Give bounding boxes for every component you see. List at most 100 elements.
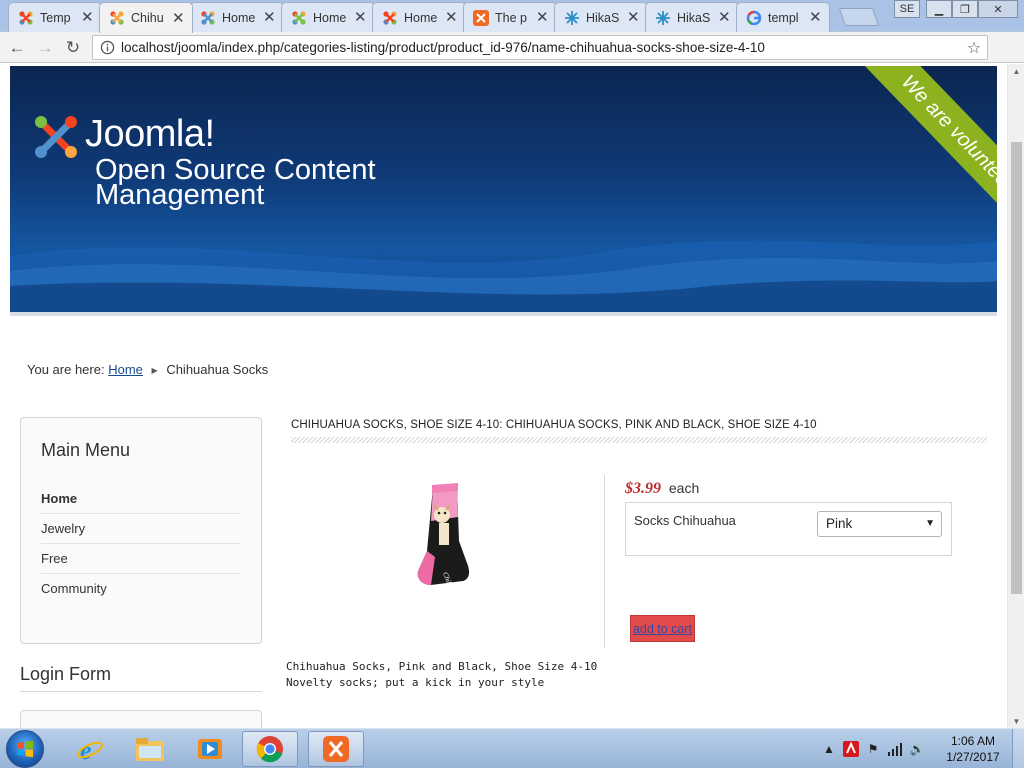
- show-desktop-button[interactable]: [1012, 729, 1024, 768]
- new-tab-button[interactable]: [838, 8, 880, 26]
- breadcrumb: You are here: Home ▶ Chihuahua Socks: [27, 362, 268, 377]
- product-column-divider: [604, 475, 605, 648]
- close-icon[interactable]: ✕: [172, 11, 185, 26]
- product-price: $3.99: [625, 480, 661, 497]
- tab-google[interactable]: templ ✕: [736, 2, 830, 32]
- banner-waves: [10, 240, 997, 312]
- tab-hikashop-2[interactable]: HikaS ✕: [645, 2, 739, 32]
- xampp-icon: [473, 9, 489, 26]
- forward-icon[interactable]: →: [34, 37, 56, 59]
- media-player-icon[interactable]: [182, 731, 238, 767]
- color-select-value: Pink: [826, 516, 853, 531]
- browser-toolbar: ← → ↻ localhost/joomla/index.php/categor…: [0, 32, 1024, 63]
- system-tray: ▲ ⚑ 🔊: [818, 729, 928, 768]
- tab-template[interactable]: Temp ✕: [8, 2, 102, 32]
- option-label: Socks Chihuahua: [634, 513, 736, 528]
- minimize-button[interactable]: ▁: [926, 0, 952, 18]
- close-icon[interactable]: ✕: [809, 10, 822, 25]
- color-select[interactable]: Pink ▼: [817, 511, 942, 537]
- main-menu-module: Main Menu Home Jewelry Free Community: [20, 417, 262, 644]
- scrollbar-thumb[interactable]: [1011, 142, 1022, 594]
- add-to-cart-button[interactable]: add to cart: [630, 615, 695, 642]
- breadcrumb-home-link[interactable]: Home: [108, 362, 143, 377]
- bookmark-star-icon[interactable]: ☆: [961, 38, 987, 58]
- tab-home-2[interactable]: Home ✕: [281, 2, 375, 32]
- tab-label: Temp: [40, 10, 71, 25]
- main-menu-list: Home Jewelry Free Community: [41, 484, 241, 604]
- clock-date: 1/27/2017: [946, 750, 1000, 764]
- info-icon[interactable]: [93, 40, 121, 55]
- login-form-title: Login Form: [20, 664, 112, 684]
- show-hidden-icons-icon[interactable]: ▲: [818, 738, 840, 760]
- volume-icon[interactable]: 🔊: [906, 738, 928, 760]
- tab-label: Home: [404, 10, 438, 25]
- close-icon[interactable]: ✕: [354, 10, 367, 25]
- close-window-button[interactable]: ✕: [978, 0, 1018, 18]
- menu-item-free[interactable]: Free: [41, 544, 241, 574]
- profile-button[interactable]: SE: [894, 0, 920, 18]
- scroll-down-icon[interactable]: ▼: [1008, 714, 1024, 728]
- network-icon[interactable]: [884, 738, 906, 760]
- flag-icon[interactable]: ⚑: [862, 738, 884, 760]
- url-text[interactable]: localhost/joomla/index.php/categories-li…: [121, 40, 961, 55]
- close-icon[interactable]: ✕: [445, 10, 458, 25]
- tab-label: Chihu: [131, 11, 164, 25]
- close-icon[interactable]: ✕: [263, 10, 276, 25]
- product-image[interactable]: Chihuahua: [405, 481, 485, 591]
- address-bar[interactable]: localhost/joomla/index.php/categories-li…: [92, 35, 988, 60]
- hikashop-icon: [655, 10, 671, 26]
- internet-explorer-icon[interactable]: e: [62, 731, 118, 767]
- breadcrumb-prefix: You are here:: [27, 362, 105, 377]
- price-unit: each: [668, 480, 700, 496]
- scroll-up-icon[interactable]: ▲: [1008, 64, 1024, 78]
- joomla-icon: [109, 10, 125, 26]
- chrome-icon[interactable]: [242, 731, 298, 767]
- tab-label: templ: [768, 10, 799, 25]
- menu-item-home[interactable]: Home: [41, 484, 241, 514]
- tab-label: Home: [313, 10, 347, 25]
- page-viewport: Joomla! Open Source Content Management W…: [0, 64, 1024, 728]
- tab-home-3[interactable]: Home ✕: [372, 2, 466, 32]
- banner-tagline: Open Source Content Management: [95, 154, 376, 211]
- file-explorer-icon[interactable]: [122, 731, 178, 767]
- clock-time: 1:06 AM: [950, 734, 996, 748]
- antivirus-icon[interactable]: [840, 738, 862, 760]
- page-scrollbar[interactable]: ▲ ▼: [1007, 64, 1024, 728]
- price-line: $3.99 each: [625, 480, 699, 498]
- site-banner: Joomla! Open Source Content Management W…: [10, 66, 997, 312]
- close-icon[interactable]: ✕: [718, 10, 731, 25]
- back-icon[interactable]: ←: [6, 37, 28, 59]
- joomla-icon: [291, 10, 307, 26]
- login-form-module: [20, 710, 262, 728]
- close-icon[interactable]: ✕: [81, 10, 94, 25]
- product-description: Chihuahua Socks, Pink and Black, Shoe Si…: [286, 659, 597, 691]
- tab-chihuahua[interactable]: Chihu ✕: [99, 2, 193, 33]
- close-icon[interactable]: ✕: [536, 10, 549, 25]
- tab-label: HikaS: [586, 10, 620, 25]
- menu-item-jewelry[interactable]: Jewelry: [41, 514, 241, 544]
- close-icon[interactable]: ✕: [627, 10, 640, 25]
- product-options: Socks Chihuahua Pink ▼: [625, 502, 952, 556]
- tab-hikashop-1[interactable]: HikaS ✕: [554, 2, 648, 32]
- reload-icon[interactable]: ↻: [62, 37, 84, 59]
- tab-label: The p: [495, 10, 527, 25]
- restore-button[interactable]: ❐: [952, 0, 978, 18]
- joomla-icon: [18, 10, 34, 26]
- tab-the-p[interactable]: The p ✕: [463, 2, 557, 32]
- main-menu-title: Main Menu: [41, 440, 131, 460]
- tab-home-1[interactable]: Home ✕: [190, 2, 284, 32]
- hikashop-icon: [564, 10, 580, 26]
- tab-label: HikaS: [677, 10, 711, 25]
- joomla-logo-icon: [35, 116, 77, 158]
- windows-logo-icon: [17, 740, 33, 758]
- google-icon: [746, 10, 762, 26]
- joomla-icon: [382, 10, 398, 26]
- xampp-icon[interactable]: [308, 731, 364, 767]
- windows-taskbar: e ▲ ⚑ 🔊 1:06 AM 1/27/2017: [0, 728, 1024, 768]
- start-button[interactable]: [6, 730, 44, 768]
- menu-item-community[interactable]: Community: [41, 574, 241, 604]
- heading-divider: [291, 437, 987, 443]
- login-title-rule: [20, 691, 262, 692]
- system-clock[interactable]: 1:06 AM 1/27/2017: [940, 733, 1006, 765]
- description-line: Chihuahua Socks, Pink and Black, Shoe Si…: [286, 660, 598, 673]
